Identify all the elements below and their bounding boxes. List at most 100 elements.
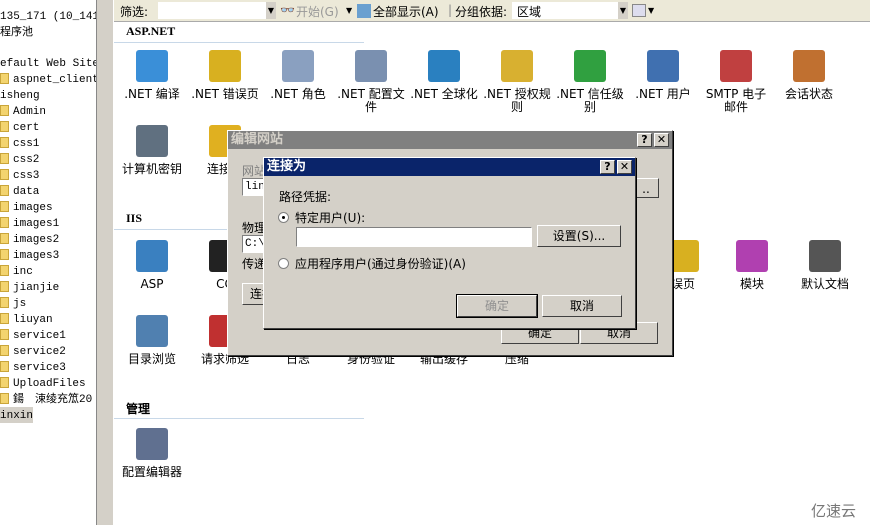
filter-input[interactable] [158,2,266,19]
tree-node[interactable]: images [0,199,53,215]
tree-node[interactable]: css1 [0,135,39,151]
settings-button[interactable]: 设置(S)... [537,225,621,247]
feature-label: 默认文档 [800,277,849,291]
tree-node-label: css1 [13,138,40,150]
view-dropdown[interactable]: ▼ [648,6,654,15]
tree-node[interactable]: jianjie [0,279,59,295]
feature-item[interactable]: .NET 角色 [262,50,334,101]
filter-dropdown[interactable]: ▼ [266,2,276,19]
cancel-button[interactable]: 取消 [542,295,622,317]
tree-node[interactable]: inxin [0,407,34,423]
tree-server[interactable]: 135_171 (10_141_ [0,8,96,24]
tree-node-label: liuyan [13,314,53,326]
tree-node[interactable]: css2 [0,151,39,167]
group-by-select[interactable]: 区域 [512,2,618,19]
browse-button[interactable]: .. [633,178,659,198]
ok-button[interactable]: 确定 [456,294,538,318]
folder-icon [0,121,9,132]
app-user-label: 应用程序用户(通过身份验证)(A) [295,257,466,271]
tree-node[interactable]: images3 [0,247,59,263]
feature-label: 会话状态 [784,87,833,101]
group-by-dropdown[interactable]: ▼ [618,2,628,19]
feature-item[interactable]: .NET 错误页 [189,50,261,101]
feature-item[interactable]: ASP [116,240,188,291]
tree-node[interactable]: css3 [0,167,39,183]
feature-item[interactable]: .NET 配置文件 [335,50,407,114]
start-dropdown[interactable]: ▼ [346,6,352,15]
feature-label: .NET 用户 [635,87,691,101]
asp-icon [136,240,168,272]
tree-node-label: service3 [13,362,66,374]
feature-label: ASP [140,277,164,291]
mail-icon [720,50,752,82]
folder-icon [0,217,9,228]
tree-node[interactable]: data [0,183,39,199]
lock-icon [501,50,533,82]
feature-label: .NET 角色 [270,87,326,101]
tree-node[interactable]: Admin [0,103,46,119]
tree-node-label: css3 [13,170,40,182]
feature-item[interactable]: 模块 [716,240,788,291]
radio-icon[interactable] [278,212,289,223]
feature-label: .NET 信任级别 [556,87,624,114]
view-icon[interactable] [632,4,646,17]
folder-icon [0,249,9,260]
session-icon [793,50,825,82]
feature-item[interactable]: 计算机密钥 [116,125,188,176]
tree-node[interactable]: cert [0,119,39,135]
user-field[interactable] [296,227,532,247]
dialog-title: 连接为 [267,159,307,174]
tree-app-pools[interactable]: 程序池 [0,24,33,40]
feature-item[interactable]: SMTP 电子邮件 [700,50,772,114]
help-button[interactable]: ? [600,160,615,174]
tree-node-label: cert [13,122,40,134]
tree-node[interactable]: UploadFiles [0,375,86,391]
tree-node[interactable]: liuyan [0,311,53,327]
splitter[interactable] [96,0,114,525]
radio-icon[interactable] [278,258,289,269]
tree-node-label: 鍚 涑绫充笟20 [13,394,93,406]
specific-user-radio[interactable]: 特定用户(U): [278,209,365,226]
tree-node[interactable]: 鍚 涑绫充笟20 [0,391,92,407]
help-button[interactable]: ? [637,133,652,147]
feature-item[interactable]: .NET 编译 [116,50,188,101]
section-manage: 管理 [126,402,151,416]
feature-label: 计算机密钥 [121,162,182,176]
site-tree[interactable]: 135_171 (10_141_ 程序池 efault Web Site aspnet… [0,0,96,525]
tree-node-label: Admin [13,106,47,118]
close-button[interactable]: ✕ [654,133,669,147]
watermark: 亿速云 [810,502,856,520]
feature-label: SMTP 电子邮件 [705,87,767,114]
tree-node[interactable]: images1 [0,215,59,231]
tree-node[interactable]: service2 [0,343,66,359]
feature-item[interactable]: .NET 授权规则 [481,50,553,114]
tree-node[interactable]: efault Web Site [0,55,96,71]
app-user-radio[interactable]: 应用程序用户(通过身份验证)(A) [278,255,466,272]
tree-node-label: isheng [0,90,40,102]
tree-node[interactable]: service3 [0,359,66,375]
feature-item[interactable]: .NET 全球化 [408,50,480,101]
feature-item[interactable]: 目录浏览 [116,315,188,366]
tree-node[interactable]: service1 [0,327,66,343]
divider [114,42,364,43]
tree-node[interactable]: inc [0,263,33,279]
start-button[interactable]: 开始(G) [296,3,339,20]
close-button[interactable]: ✕ [617,160,632,174]
feature-item[interactable]: .NET 信任级别 [554,50,626,114]
edit-site-titlebar: 编辑网站 ? ✕ [228,131,672,149]
tree-node[interactable]: js [0,295,26,311]
feature-item[interactable]: 会话状态 [773,50,845,101]
tree-node[interactable]: aspnet_client [0,71,96,87]
users-icon [647,50,679,82]
folder-icon [0,169,9,180]
tree-node[interactable]: isheng [0,87,40,103]
dir-browse-icon [136,315,168,347]
tree-node-label: images2 [13,234,60,246]
tree-node[interactable]: images2 [0,231,59,247]
feature-item[interactable]: 配置编辑器 [116,428,188,479]
folder-icon [0,377,9,388]
feature-label: 模块 [739,277,764,291]
feature-item[interactable]: 默认文档 [789,240,861,291]
show-all-button[interactable]: 全部显示(A) [373,3,439,20]
feature-item[interactable]: .NET 用户 [627,50,699,101]
